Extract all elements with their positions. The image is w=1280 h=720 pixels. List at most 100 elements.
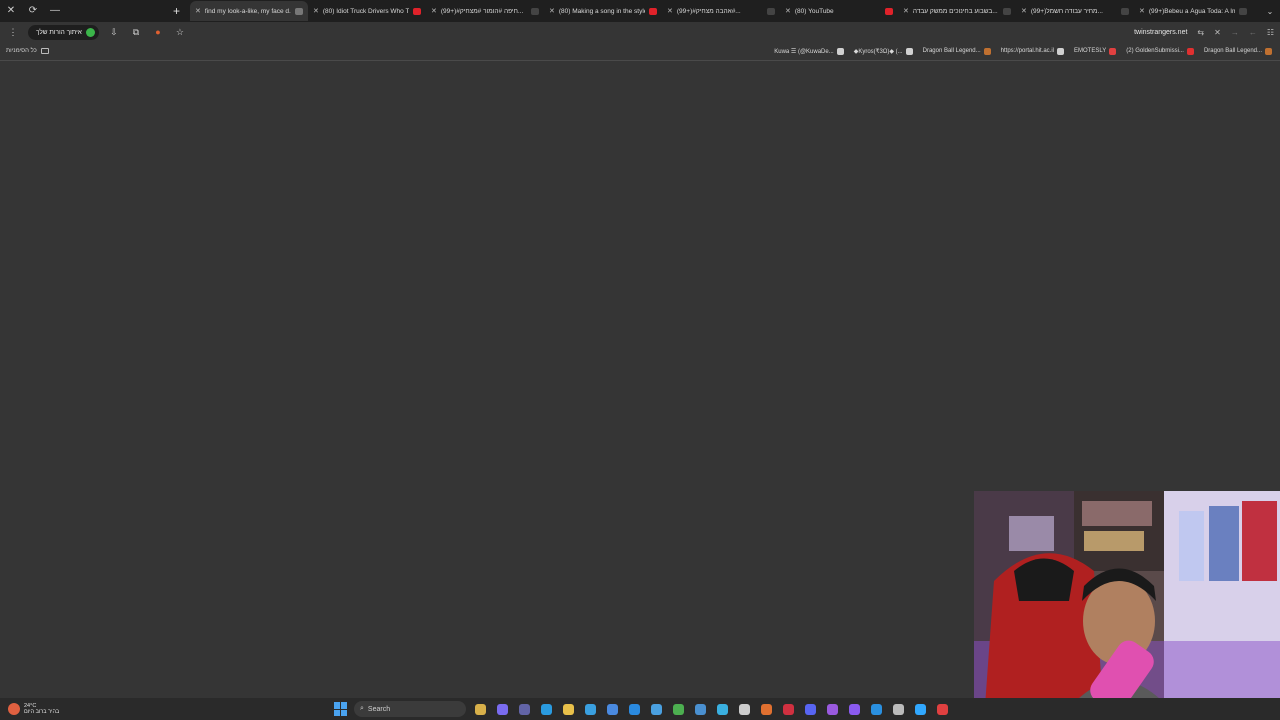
tab-close-icon[interactable]: ✕ <box>431 7 437 15</box>
folder-icon[interactable] <box>560 701 576 717</box>
restore-icon[interactable]: ⟳ <box>22 0 44 22</box>
tab-favicon-icon <box>1121 7 1129 15</box>
opera-icon[interactable] <box>780 701 796 717</box>
teams-icon[interactable] <box>516 701 532 717</box>
all-bookmarks-button[interactable]: כל הסימניות <box>0 48 49 54</box>
bookmark-label: https://portal.hit.ac.il <box>1000 48 1055 54</box>
tab[interactable]: ✕ בשבוע בחינוכים ממשק עבדה... <box>898 1 1016 21</box>
bookmark-favicon-icon <box>1057 47 1065 55</box>
profile-button[interactable]: איתוך הורות שלך <box>28 24 99 40</box>
bookmark-label: Dragon Ball Legend... <box>922 48 981 54</box>
visual-studio-icon[interactable] <box>824 701 840 717</box>
bookmark-favicon-icon <box>983 47 991 55</box>
tab-title: find my look-a-like, my face d... <box>204 7 291 15</box>
apps-grid-icon[interactable]: ☷ <box>1267 28 1274 37</box>
bookmark-item[interactable]: Dragon Ball Legend... <box>922 47 991 55</box>
settings-icon[interactable] <box>890 701 906 717</box>
profile-label: איתוך הורות שלך <box>36 28 82 36</box>
tab[interactable]: ✕ (99+)Bebeu a Água Toda: A Im... <box>1134 1 1252 21</box>
tab-title: (80) Idiot Truck Drivers Who Te... <box>322 7 409 15</box>
bookmark-item[interactable]: EMOTESLY <box>1074 47 1117 55</box>
tab-close-icon[interactable]: ✕ <box>313 7 319 15</box>
bookmark-item[interactable]: (2) GoldenSubmissi... <box>1126 47 1194 55</box>
close-window-icon[interactable]: ✕ <box>0 0 22 22</box>
messenger-icon[interactable] <box>846 701 862 717</box>
extension-fox-icon[interactable]: ● <box>151 27 165 37</box>
tab-favicon-icon <box>1239 7 1247 15</box>
new-tab-button[interactable]: + <box>70 4 190 18</box>
tab-title: בשבוע בחינוכים ממשק עבדה... <box>912 7 998 15</box>
address-bar[interactable]: twinstrangers.net <box>1134 29 1187 36</box>
tab[interactable]: ✕ (99+)#אהבה מצחיק#... <box>662 1 780 21</box>
tab-close-icon[interactable]: ✕ <box>549 7 555 15</box>
photoshop-icon[interactable] <box>912 701 928 717</box>
bookmark-star-icon[interactable]: ☆ <box>173 27 187 38</box>
bookmark-item[interactable]: Kuwa ☰ (@KuwaDe... <box>774 47 844 55</box>
tab[interactable]: ✕ (80) YouTube <box>780 1 898 21</box>
tab-close-icon[interactable]: ✕ <box>785 7 791 15</box>
tab-close-icon[interactable]: ✕ <box>1139 7 1145 15</box>
tab-title: (99+)#אהבה מצחיק#... <box>676 7 741 15</box>
avatar <box>85 27 95 37</box>
copilot-icon[interactable] <box>494 701 510 717</box>
tab-close-icon[interactable]: ✕ <box>667 7 673 15</box>
bookmark-favicon-icon <box>836 47 844 55</box>
tab-favicon-icon <box>1003 7 1011 15</box>
mail-icon[interactable] <box>626 701 642 717</box>
tab-title: (80) Making a song in the style... <box>558 7 645 15</box>
photos-icon[interactable] <box>648 701 664 717</box>
tab-favicon-icon <box>531 7 539 15</box>
tab[interactable]: ✕ find my look-a-like, my face d... <box>190 1 308 21</box>
app-icon[interactable] <box>582 701 598 717</box>
discord-icon[interactable] <box>802 701 818 717</box>
downloads-icon[interactable]: ⇩ <box>107 27 121 38</box>
tab-close-icon[interactable]: ✕ <box>903 7 909 15</box>
vscode-icon[interactable] <box>868 701 884 717</box>
webcam-image <box>974 491 1280 720</box>
store-icon[interactable] <box>714 701 730 717</box>
bookmark-label: Kuwa ☰ (@KuwaDe... <box>774 48 834 55</box>
firefox-icon[interactable] <box>758 701 774 717</box>
tab-favicon-icon <box>649 7 657 15</box>
menu-icon[interactable]: ⋮ <box>6 27 20 38</box>
bookmark-item[interactable]: https://portal.hit.ac.il <box>1000 47 1065 55</box>
forward-arrow-icon[interactable]: ← <box>1249 28 1257 37</box>
bookmark-list: Kuwa ☰ (@KuwaDe... ◆Kyros(₹3Ω)◆ (... Drago… <box>774 47 1280 55</box>
terminal-icon[interactable] <box>736 701 752 717</box>
bookmark-item[interactable]: Dragon Ball Legend... <box>1203 47 1272 55</box>
window-controls: ✕ ⟳ — <box>0 0 70 22</box>
bookmark-item[interactable]: ◆Kyros(₹3Ω)◆ (... <box>854 47 913 55</box>
tab[interactable]: ✕ (80) Idiot Truck Drivers Who Te... <box>308 1 426 21</box>
bookmark-favicon-icon <box>1109 47 1117 55</box>
folder-icon <box>40 48 49 54</box>
bookmark-favicon-icon <box>1186 47 1194 55</box>
tab-search-icon[interactable]: ⌄ <box>1260 7 1280 16</box>
search-label: Search <box>367 705 391 713</box>
tab-title: (99+)מחיר עבודה חשמל... <box>1030 7 1103 15</box>
tab[interactable]: ✕ (99+)#חיפה #הומור #מצחיק... <box>426 1 544 21</box>
app-red-icon[interactable] <box>934 701 950 717</box>
bookmark-label: Dragon Ball Legend... <box>1203 48 1262 54</box>
tab-favicon-icon <box>413 7 421 15</box>
site-settings-icon[interactable]: ⇆ <box>1197 28 1204 37</box>
file-explorer-icon[interactable] <box>472 701 488 717</box>
search-icon: ⌕ <box>360 705 364 712</box>
tab-close-icon[interactable]: ✕ <box>1021 7 1027 15</box>
chrome-icon[interactable] <box>670 701 686 717</box>
extensions-icon[interactable]: ⧉ <box>129 27 143 38</box>
tab-title: (80) YouTube <box>794 7 834 15</box>
tab[interactable]: ✕ (99+)מחיר עבודה חשמל... <box>1016 1 1134 21</box>
calendar-icon[interactable] <box>604 701 620 717</box>
close-icon[interactable]: ✕ <box>1214 28 1221 37</box>
edge-icon[interactable] <box>538 701 554 717</box>
tab[interactable]: ✕ (80) Making a song in the style... <box>544 1 662 21</box>
minimize-icon[interactable]: — <box>44 0 66 22</box>
tab-close-icon[interactable]: ✕ <box>195 7 201 15</box>
taskbar: 24°C בהיר ברוב היום ⌕ Search <box>0 698 1280 720</box>
weather-widget[interactable]: 24°C בהיר ברוב היום <box>0 703 59 715</box>
back-arrow-icon[interactable]: → <box>1231 28 1239 37</box>
webcam-overlay <box>974 491 1280 720</box>
search-input[interactable]: ⌕ Search <box>354 701 466 717</box>
start-icon[interactable] <box>334 702 348 716</box>
steam-icon[interactable] <box>692 701 708 717</box>
